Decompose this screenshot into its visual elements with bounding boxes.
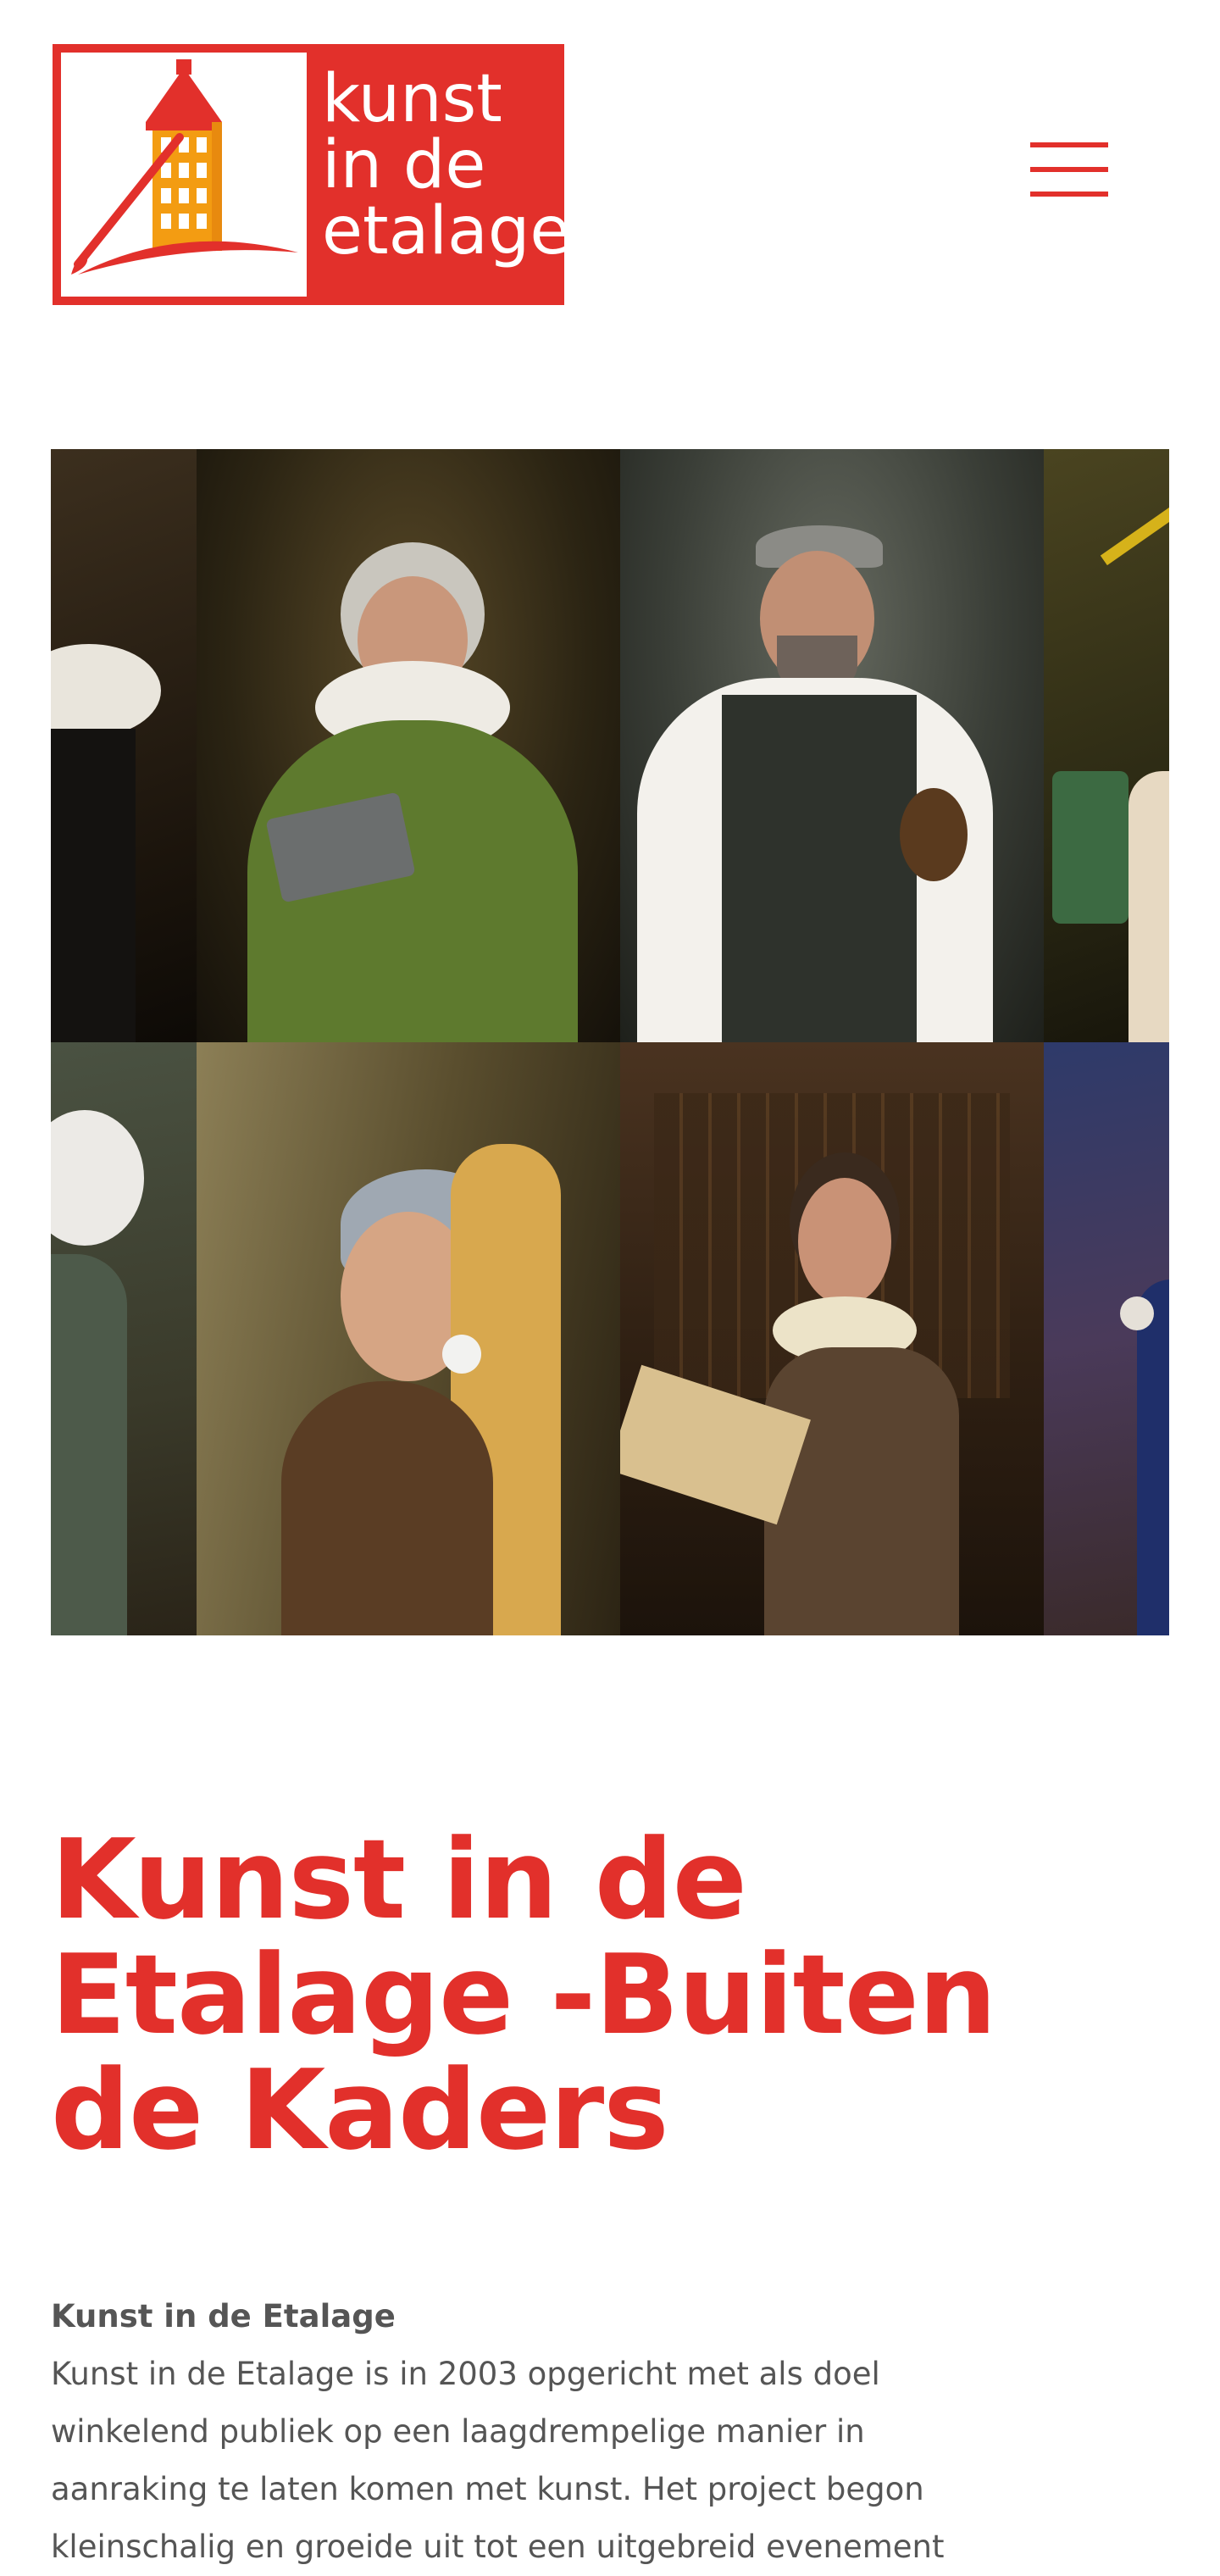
intro-line: Kunst in de Etalage is in 2003 opgericht… [51, 2356, 880, 2392]
intro-text: Kunst in de Etalage Kunst in de Etalage … [51, 2288, 1051, 2576]
portrait-tile [620, 449, 1044, 1042]
logo-line: etalage [322, 193, 571, 269]
portrait-tile [197, 449, 620, 1042]
portrait-tile [51, 449, 197, 1042]
title-line: Kunst in de [51, 1815, 747, 1944]
intro-line: aanraking te laten komen met kunst. Het … [51, 2471, 924, 2507]
menu-bar [1030, 192, 1108, 197]
intro-line: kleinschalig en groeide uit tot een uitg… [51, 2529, 945, 2565]
intro-heading: Kunst in de Etalage [51, 2298, 396, 2334]
hamburger-menu-icon[interactable] [1027, 136, 1112, 203]
menu-bar [1030, 167, 1108, 172]
intro-line: winkelend publiek op een laagdrempelige … [51, 2413, 865, 2450]
title-line: Etalage -Buiten [51, 1930, 996, 2059]
site-logo[interactable]: kunst in de etalage [53, 44, 570, 305]
menu-bar [1030, 142, 1108, 147]
logo-wordmark: kunst in de etalage [322, 66, 570, 264]
hero-portrait-collage [51, 449, 1169, 1635]
portrait-tile [620, 1042, 1044, 1635]
logo-emblem [61, 53, 307, 297]
site-header: kunst in de etalage [0, 0, 1220, 339]
portrait-tile [197, 1042, 620, 1635]
logo-line: kunst [322, 61, 502, 137]
portrait-tile [51, 1042, 197, 1635]
title-line: de Kaders [51, 2046, 669, 2174]
page-title: Kunst in de Etalage -Buiten de Kaders [51, 1822, 1152, 2168]
logo-line: in de [322, 127, 486, 203]
portrait-tile [1044, 1042, 1169, 1635]
tower-brush-icon [71, 59, 298, 275]
portrait-tile [1044, 449, 1169, 1042]
